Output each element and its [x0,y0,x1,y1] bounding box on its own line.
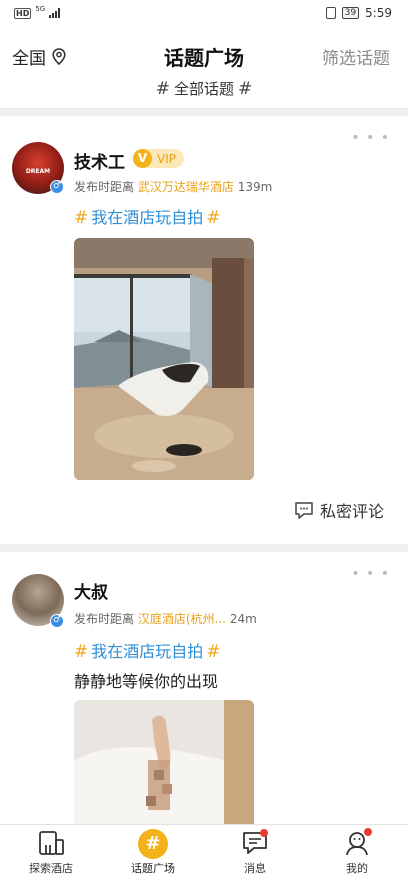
tab-profile[interactable]: 我的 [306,825,408,877]
notification-dot [364,828,372,836]
hash-icon: # [206,642,221,662]
topic-tag[interactable]: # 我在酒店玩自拍 # [74,638,221,662]
clock: 5:59 [365,6,392,20]
vip-badge: V VIP [133,149,184,168]
meta-prefix: 发布时距离 [74,180,135,194]
post-meta: 发布时距离 汉庭酒店(杭州... 24m [74,610,257,627]
bottom-tab-bar: 探索酒店 # 话题广场 消息 我的 [0,824,408,877]
status-right: 39 5:59 [325,6,392,20]
building-icon [39,831,64,855]
post-meta: 发布时距离 武汉万达瑞华酒店 139m [74,178,272,195]
hotel-link[interactable]: 武汉万达瑞华酒店 [138,180,234,194]
more-options-icon[interactable]: • • • [351,566,390,582]
hd-icon: HD [14,7,32,19]
filter-topics-button[interactable]: 筛选话题 [322,44,390,69]
location-pin-icon [52,48,66,65]
hash-icon: # [74,208,89,228]
post-card[interactable]: • • • ♂ 大叔 发布时距离 汉庭酒店(杭州... 24m # 我在酒店玩自拍… [0,552,408,824]
hotel-link[interactable]: 汉庭酒店(杭州... [138,612,226,626]
tab-explore-hotels[interactable]: 探索酒店 [0,825,102,877]
status-left: HD 5G [14,4,61,19]
username[interactable]: 技术工 [74,148,125,173]
username[interactable]: 大叔 [74,578,108,603]
hash-left-icon: # [155,79,170,99]
avatar-picture: DREAM [25,168,51,175]
tab-topic-square[interactable]: # 话题广场 [102,825,204,877]
post-card[interactable]: • • • DREAM ♂ 技术工 V VIP 发布时距离 武汉万达瑞华酒店 1… [0,116,408,544]
topic-label: 我在酒店玩自拍 [91,642,204,661]
region-selector[interactable]: 全国 [12,44,66,69]
post-separator [0,544,408,552]
topic-tag[interactable]: # 我在酒店玩自拍 # [74,204,221,228]
header: 全国 话题广场 筛选话题 [0,36,408,76]
hash-icon: # [74,642,89,662]
all-topics-selector[interactable]: # 全部话题 # [0,78,408,99]
male-gender-icon: ♂ [50,614,64,628]
tab-label: 我的 [346,862,368,875]
meta-prefix: 发布时距离 [74,612,135,626]
battery-icon: 39 [341,7,360,19]
all-topics-label: 全部话题 [173,80,234,98]
more-options-icon[interactable]: • • • [351,130,390,146]
tab-label: 消息 [244,862,266,875]
hash-icon: # [206,208,221,228]
post-text: 静静地等候你的出现 [74,672,219,691]
distance: 24m [229,612,257,626]
bed-photo [74,700,254,824]
tab-label: 话题广场 [131,862,175,875]
male-gender-icon: ♂ [50,180,64,194]
distance: 139m [237,180,273,194]
comment-icon [295,502,313,519]
signal-icon [49,8,61,18]
hotel-room-photo [74,238,254,480]
vip-v-icon: V [133,149,152,168]
notification-dot [260,829,268,837]
tab-label: 探索酒店 [29,862,73,875]
network-type: 5G [35,4,46,13]
private-comment-label: 私密评论 [319,502,384,521]
post-photo[interactable] [74,238,254,480]
post-photo[interactable] [74,700,254,824]
topic-label: 我在酒店玩自拍 [91,208,204,227]
hashtag-icon: # [138,829,168,859]
vip-label: VIP [157,151,176,166]
vibrate-icon [325,7,336,19]
private-comment-button[interactable]: 私密评论 [294,498,384,522]
section-divider [0,108,408,116]
tab-messages[interactable]: 消息 [204,825,306,877]
hash-right-icon: # [238,79,253,99]
region-label: 全国 [12,49,46,69]
status-bar: HD 5G 39 5:59 [0,0,408,26]
